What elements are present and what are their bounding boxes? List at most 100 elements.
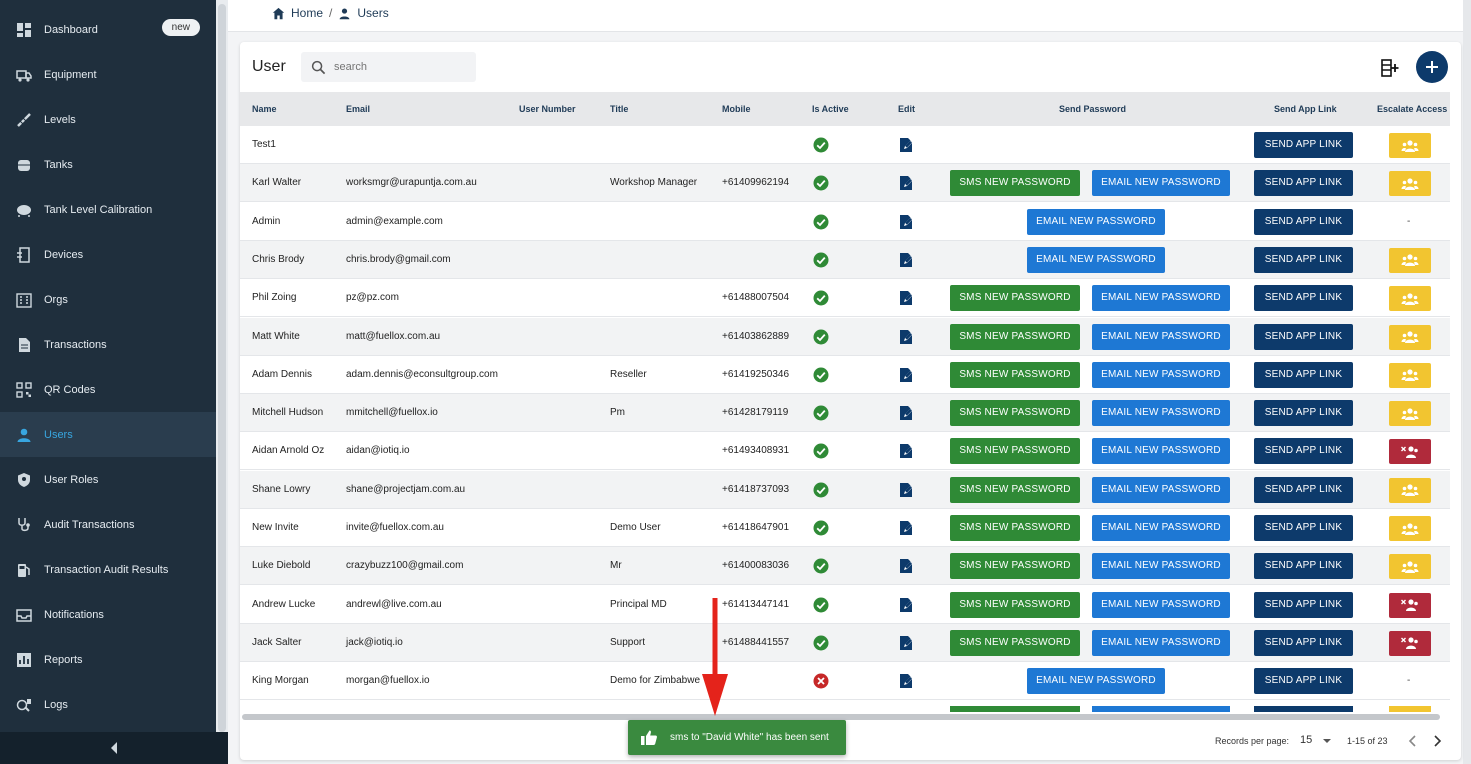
search-input[interactable] [334, 61, 464, 73]
sms-new-password-button[interactable]: SMS NEW PASSWORD [950, 285, 1080, 312]
sms-new-password-button[interactable]: SMS NEW PASSWORD [950, 515, 1080, 541]
sms-new-password-button[interactable]: SMS NEW PASSWORD [950, 629, 1080, 656]
escalate-access-button[interactable] [1389, 324, 1431, 350]
send-app-link-button[interactable]: SEND APP LINK [1254, 361, 1353, 388]
email-new-password-button[interactable]: EMAIL NEW PASSWORD [1027, 208, 1165, 235]
column-header-mobile[interactable]: Mobile [722, 92, 751, 126]
sidebar-item-notifications[interactable]: Notifications [0, 592, 216, 637]
breadcrumb-home[interactable]: Home [291, 6, 323, 20]
column-header-name[interactable]: Name [252, 92, 277, 126]
edit-icon[interactable] [898, 673, 914, 689]
send-app-link-button[interactable]: SEND APP LINK [1254, 515, 1353, 541]
chevron-down-icon[interactable] [1322, 736, 1332, 746]
edit-icon[interactable] [898, 443, 914, 459]
sidebar-collapse-button[interactable] [0, 732, 228, 764]
partial-escalate-button[interactable] [1389, 706, 1431, 712]
escalate-access-button[interactable] [1389, 362, 1431, 388]
email-new-password-button[interactable]: EMAIL NEW PASSWORD [1027, 668, 1165, 695]
escalate-access-button[interactable] [1389, 554, 1431, 580]
email-new-password-button[interactable]: EMAIL NEW PASSWORD [1027, 246, 1165, 273]
send-app-link-button[interactable]: SEND APP LINK [1254, 170, 1353, 197]
email-new-password-button[interactable]: EMAIL NEW PASSWORD [1092, 553, 1230, 580]
escalate-access-button[interactable] [1389, 171, 1431, 197]
send-app-link-button[interactable]: SEND APP LINK [1254, 553, 1353, 580]
edit-icon[interactable] [898, 252, 914, 268]
edit-icon[interactable] [898, 137, 914, 153]
sidebar-item-equipment[interactable]: Equipment [0, 52, 216, 97]
sidebar-item-user-roles[interactable]: User Roles [0, 457, 216, 502]
escalate-access-button[interactable] [1389, 247, 1431, 273]
sidebar-item-qr-codes[interactable]: QR Codes [0, 367, 216, 412]
sms-new-password-button[interactable]: SMS NEW PASSWORD [950, 438, 1080, 465]
previous-page-icon[interactable] [1406, 734, 1420, 748]
edit-icon[interactable] [898, 367, 914, 383]
page-scrollbar[interactable] [1463, 0, 1471, 764]
sidebar-item-orgs[interactable]: Orgs [0, 277, 216, 322]
sms-new-password-button[interactable]: SMS NEW PASSWORD [950, 323, 1080, 350]
sidebar-item-dashboard[interactable]: Dashboard new [0, 7, 216, 52]
send-app-link-button[interactable]: SEND APP LINK [1254, 285, 1353, 312]
email-new-password-button[interactable]: EMAIL NEW PASSWORD [1092, 438, 1230, 465]
email-new-password-button[interactable]: EMAIL NEW PASSWORD [1092, 629, 1230, 656]
edit-icon[interactable] [898, 558, 914, 574]
sidebar-item-reports[interactable]: Reports [0, 637, 216, 682]
email-new-password-button[interactable]: EMAIL NEW PASSWORD [1092, 400, 1230, 427]
email-new-password-button[interactable]: EMAIL NEW PASSWORD [1092, 323, 1230, 350]
next-page-icon[interactable] [1430, 734, 1444, 748]
email-new-password-button[interactable]: EMAIL NEW PASSWORD [1092, 515, 1230, 541]
send-app-link-button[interactable]: SEND APP LINK [1254, 438, 1353, 465]
records-per-page-select[interactable]: 15 [1300, 734, 1312, 746]
edit-icon[interactable] [898, 482, 914, 498]
column-header-user-number[interactable]: User Number [519, 92, 576, 126]
escalate-access-button[interactable] [1389, 133, 1431, 158]
partial-app-button[interactable] [1254, 706, 1353, 712]
sidebar-item-tank-level-calibration[interactable]: Tank Level Calibration [0, 187, 216, 232]
export-button[interactable] [1378, 56, 1402, 80]
column-header-title[interactable]: Title [610, 92, 628, 126]
sms-new-password-button[interactable]: SMS NEW PASSWORD [950, 361, 1080, 388]
edit-icon[interactable] [898, 520, 914, 536]
edit-icon[interactable] [898, 214, 914, 230]
edit-icon[interactable] [898, 597, 914, 613]
email-new-password-button[interactable]: EMAIL NEW PASSWORD [1092, 285, 1230, 312]
send-app-link-button[interactable]: SEND APP LINK [1254, 629, 1353, 656]
add-user-button[interactable] [1416, 51, 1448, 83]
sms-new-password-button[interactable]: SMS NEW PASSWORD [950, 170, 1080, 197]
sidebar-item-transactions[interactable]: Transactions [0, 322, 216, 367]
send-app-link-button[interactable]: SEND APP LINK [1254, 208, 1353, 235]
sidebar-item-logs[interactable]: Logs [0, 682, 216, 727]
sidebar-scrollbar-thumb[interactable] [218, 4, 226, 732]
send-app-link-button[interactable]: SEND APP LINK [1254, 323, 1353, 350]
escalate-access-button[interactable] [1389, 401, 1431, 427]
revoke-escalation-button[interactable] [1389, 630, 1431, 656]
sidebar-item-devices[interactable]: Devices [0, 232, 216, 277]
sms-new-password-button[interactable]: SMS NEW PASSWORD [950, 476, 1080, 503]
sms-new-password-button[interactable]: SMS NEW PASSWORD [950, 553, 1080, 580]
column-header-is-active[interactable]: Is Active [812, 92, 849, 126]
edit-icon[interactable] [898, 405, 914, 421]
sidebar-item-tanks[interactable]: Tanks [0, 142, 216, 187]
escalate-access-button[interactable] [1389, 477, 1431, 503]
revoke-escalation-button[interactable] [1389, 592, 1431, 618]
sms-new-password-button[interactable]: SMS NEW PASSWORD [950, 591, 1080, 618]
send-app-link-button[interactable]: SEND APP LINK [1254, 668, 1353, 695]
sidebar-item-audit-transactions[interactable]: Audit Transactions [0, 502, 216, 547]
column-header-email[interactable]: Email [346, 92, 370, 126]
sidebar-item-users[interactable]: Users [0, 412, 216, 457]
search-box[interactable] [301, 52, 476, 82]
edit-icon[interactable] [898, 290, 914, 306]
send-app-link-button[interactable]: SEND APP LINK [1254, 132, 1353, 158]
send-app-link-button[interactable]: SEND APP LINK [1254, 591, 1353, 618]
email-new-password-button[interactable]: EMAIL NEW PASSWORD [1092, 170, 1230, 197]
edit-icon[interactable] [898, 329, 914, 345]
revoke-escalation-button[interactable] [1389, 439, 1431, 465]
escalate-access-button[interactable] [1389, 286, 1431, 312]
sidebar-item-levels[interactable]: Levels [0, 97, 216, 142]
edit-icon[interactable] [898, 175, 914, 191]
escalate-access-button[interactable] [1389, 516, 1431, 541]
email-new-password-button[interactable]: EMAIL NEW PASSWORD [1092, 361, 1230, 388]
sidebar-item-transaction-audit-results[interactable]: Transaction Audit Results [0, 547, 216, 592]
email-new-password-button[interactable]: EMAIL NEW PASSWORD [1092, 591, 1230, 618]
email-new-password-button[interactable]: EMAIL NEW PASSWORD [1092, 476, 1230, 503]
send-app-link-button[interactable]: SEND APP LINK [1254, 476, 1353, 503]
